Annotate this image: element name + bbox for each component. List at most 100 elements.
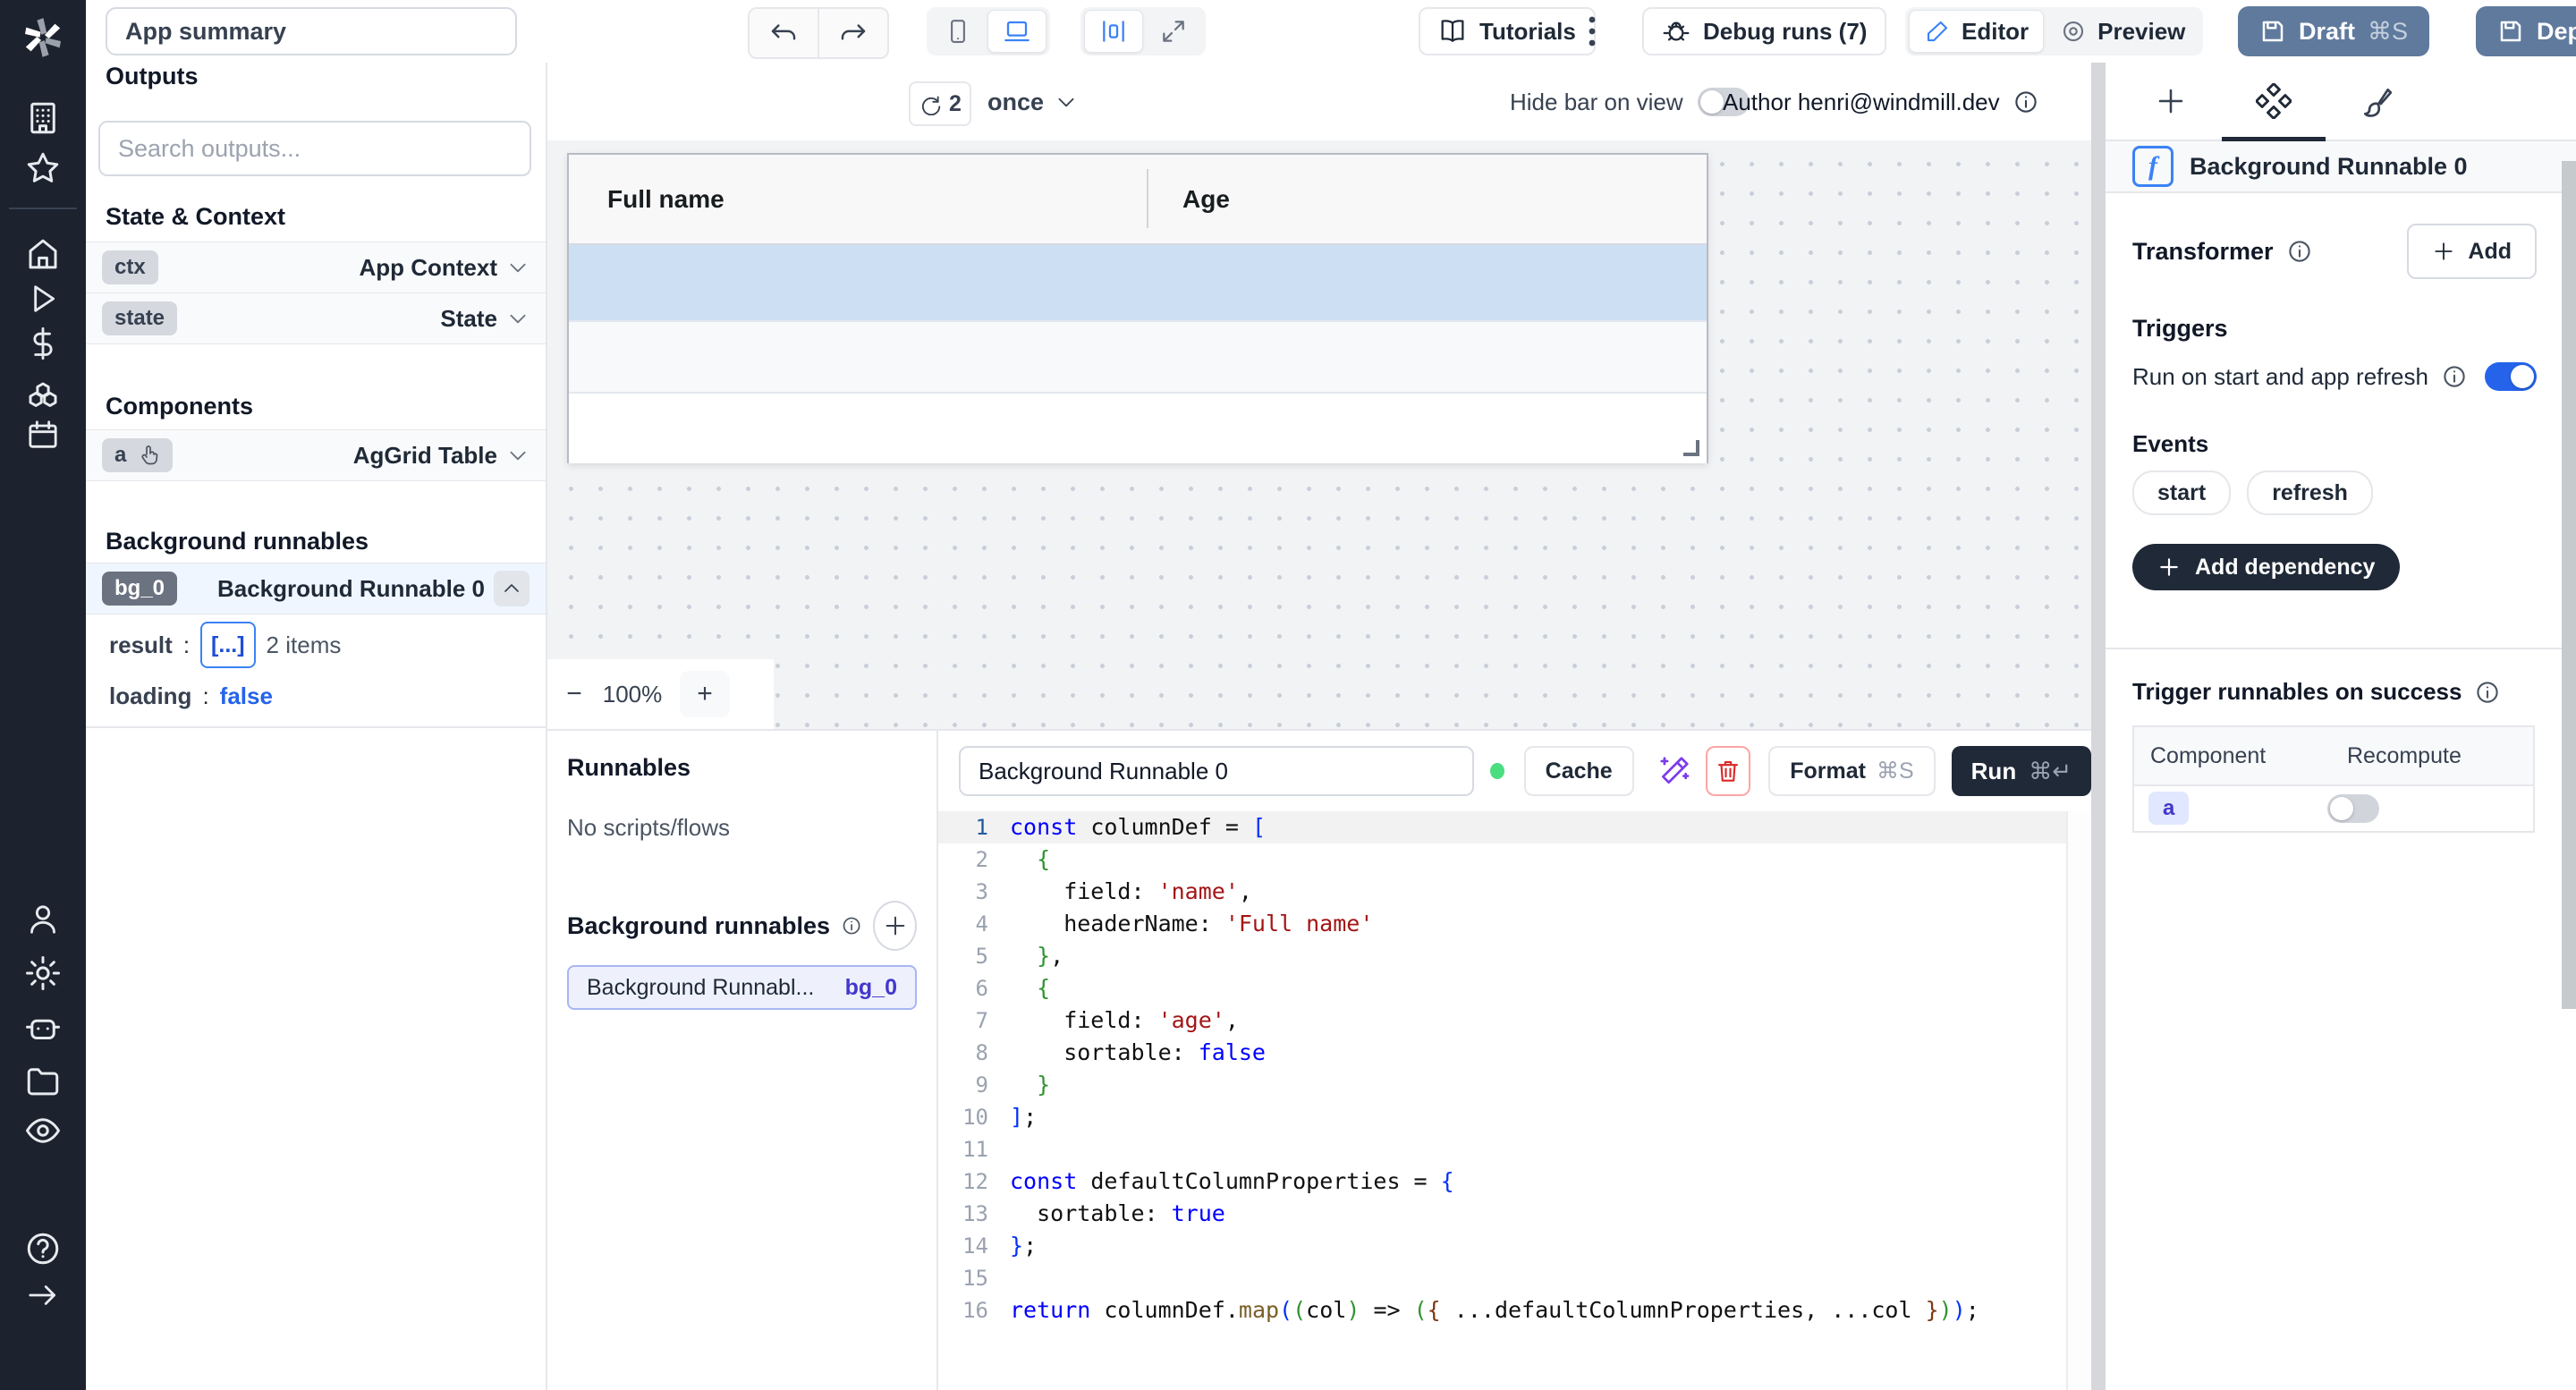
sidebar-item-audit[interactable]: [0, 1106, 86, 1156]
styling-tab[interactable]: [2355, 80, 2398, 123]
sidebar-item-settings[interactable]: [0, 948, 86, 998]
code-line[interactable]: 15: [938, 1262, 2068, 1294]
search-outputs-input[interactable]: [116, 134, 513, 164]
mobile-view-button[interactable]: [930, 11, 986, 52]
tutorials-button[interactable]: Tutorials: [1419, 7, 1596, 55]
undo-button[interactable]: [750, 9, 818, 57]
zoom-in-button[interactable]: +: [680, 671, 730, 717]
run-button[interactable]: Run⌘↵: [1952, 746, 2091, 796]
background-runnable-item[interactable]: Background Runnabl... bg_0: [567, 965, 917, 1010]
sidebar-item-favorites[interactable]: [0, 143, 86, 193]
code-line[interactable]: 7 field: 'age',: [938, 1004, 2068, 1037]
output-row-component-a[interactable]: a AgGrid Table: [86, 429, 546, 481]
sidebar-item-runs[interactable]: [0, 274, 86, 324]
column-header-age[interactable]: Age: [1182, 185, 1230, 214]
code-line[interactable]: 13 sortable: true: [938, 1198, 2068, 1230]
center-layout-button[interactable]: [1084, 10, 1143, 53]
add-transformer-button[interactable]: Add: [2407, 224, 2537, 279]
boxes-icon: [24, 371, 62, 409]
code-line[interactable]: 1const columnDef = [: [938, 811, 2068, 843]
insert-component-tab[interactable]: [2149, 80, 2192, 123]
code-line[interactable]: 12const defaultColumnProperties = {: [938, 1165, 2068, 1198]
debug-runs-button[interactable]: Debug runs (7): [1642, 7, 1886, 55]
refresh-count-button[interactable]: 2: [909, 81, 971, 126]
sidebar-item-schedules[interactable]: [0, 410, 86, 460]
output-row-bg0[interactable]: bg_0 Background Runnable 0: [86, 563, 546, 614]
building-icon: [24, 99, 62, 137]
info-icon: [2286, 238, 2313, 265]
play-icon: [25, 281, 61, 317]
code-editor[interactable]: 1const columnDef = [2 {3 field: 'name',4…: [938, 811, 2068, 1390]
refresh-mode-select[interactable]: once: [987, 81, 1078, 123]
sidebar-item-users[interactable]: [0, 894, 86, 945]
panel-resize-handle[interactable]: [2091, 63, 2106, 1390]
status-dot: [1490, 763, 1504, 779]
book-icon: [1438, 17, 1467, 46]
code-line[interactable]: 2 {: [938, 843, 2068, 876]
run-on-start-toggle[interactable]: [2485, 362, 2537, 391]
resize-handle[interactable]: [1683, 440, 1699, 456]
code-line[interactable]: 14};: [938, 1230, 2068, 1262]
sidebar-item-workers[interactable]: [0, 1004, 86, 1054]
code-line[interactable]: 5 },: [938, 940, 2068, 972]
aggrid-table-component[interactable]: Full name Age: [567, 153, 1708, 463]
background-runnables-title: Background runnables: [86, 528, 546, 555]
sidebar-item-folders[interactable]: [0, 1055, 86, 1106]
code-toolbar: Cache Format⌘S Run⌘↵: [938, 731, 2091, 811]
code-line[interactable]: 9 }: [938, 1069, 2068, 1101]
draft-button[interactable]: Draft⌘S: [2238, 6, 2429, 56]
zoom-out-button[interactable]: −: [547, 679, 601, 709]
expand-result-button[interactable]: [...]: [200, 622, 256, 668]
preview-tab[interactable]: Preview: [2046, 11, 2199, 52]
sidebar-collapse[interactable]: [0, 1270, 86, 1320]
transformer-row: Transformer Add: [2132, 224, 2537, 279]
sidebar-item-variables[interactable]: [0, 318, 86, 369]
runnable-name-input[interactable]: [959, 746, 1474, 796]
collapse-row-button[interactable]: [494, 571, 530, 606]
windmill-logo[interactable]: [0, 13, 86, 63]
layout-toggle: [1080, 7, 1206, 55]
canvas-zoom-bar: − 100% +: [547, 659, 774, 729]
output-row-ctx[interactable]: ctx App Context: [86, 242, 546, 293]
right-settings-panel: f Background Runnable 0 Transformer Add …: [2106, 63, 2576, 1390]
redo-button[interactable]: [818, 9, 887, 57]
code-line[interactable]: 8 sortable: false: [938, 1037, 2068, 1069]
code-line[interactable]: 10];: [938, 1101, 2068, 1133]
column-header-full-name[interactable]: Full name: [569, 185, 1144, 214]
fullwidth-layout-button[interactable]: [1145, 11, 1202, 52]
code-scrollbar[interactable]: [2066, 811, 2091, 1390]
cache-button[interactable]: Cache: [1524, 746, 1634, 796]
zoom-level: 100%: [601, 681, 664, 708]
ai-wand-button[interactable]: [1657, 754, 1691, 788]
code-line[interactable]: 3 field: 'name',: [938, 876, 2068, 908]
component-a-badge: a: [102, 438, 173, 472]
code-line[interactable]: 11: [938, 1133, 2068, 1165]
right-panel-scrollbar[interactable]: [2562, 161, 2576, 1009]
delete-runnable-button[interactable]: [1706, 746, 1751, 796]
sidebar-item-workspace[interactable]: [0, 93, 86, 143]
more-menu-button[interactable]: [1574, 13, 1610, 50]
output-row-state[interactable]: state State: [86, 293, 546, 344]
add-background-runnable-button[interactable]: [873, 901, 917, 951]
sidebar-item-resources[interactable]: [0, 365, 86, 415]
table-row-selected[interactable]: [569, 245, 1707, 322]
editor-tab[interactable]: Editor: [1909, 10, 2044, 53]
desktop-view-button[interactable]: [987, 10, 1046, 53]
preview-eye-icon: [2060, 18, 2087, 45]
format-button[interactable]: Format⌘S: [1768, 746, 1935, 796]
add-dependency-button[interactable]: Add dependency: [2132, 544, 2400, 590]
info-icon: [841, 913, 862, 938]
outputs-search[interactable]: [98, 121, 531, 176]
code-line[interactable]: 4 headerName: 'Full name': [938, 908, 2068, 940]
sidebar-item-help[interactable]: [0, 1224, 86, 1274]
runnable-header: f Background Runnable 0: [2106, 141, 2576, 193]
app-summary-input[interactable]: [106, 7, 517, 55]
table-row[interactable]: [569, 322, 1707, 394]
code-line[interactable]: 16return columnDef.map((col) => ({ ...de…: [938, 1294, 2068, 1326]
recompute-toggle[interactable]: [2327, 794, 2379, 823]
canvas-grid[interactable]: Full name Age − 100% +: [547, 140, 2091, 729]
deploy-button[interactable]: Deploy: [2476, 6, 2576, 56]
code-line[interactable]: 6 {: [938, 972, 2068, 1004]
sidebar-item-home[interactable]: [0, 229, 86, 279]
settings-tab-active[interactable]: [2252, 80, 2295, 123]
